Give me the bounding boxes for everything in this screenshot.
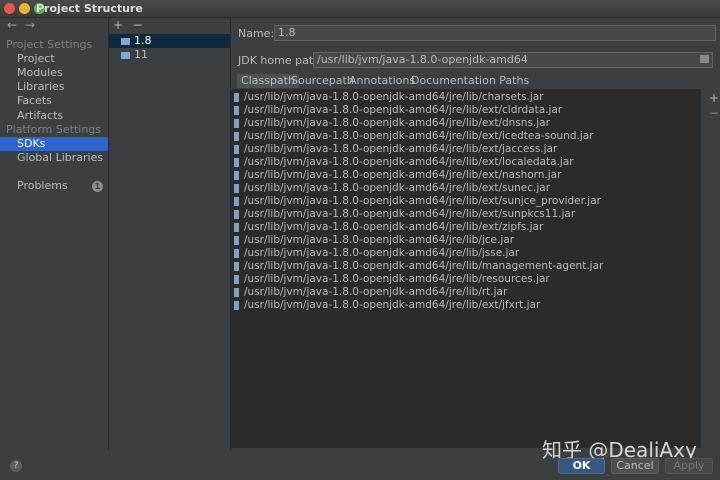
tab-annotations[interactable]: Annotations	[349, 74, 415, 88]
nav-arrows: ← →	[7, 18, 39, 32]
jar-icon	[234, 183, 239, 193]
classpath-entry: /usr/lib/jvm/java-1.8.0-openjdk-amd64/jr…	[244, 169, 562, 181]
remove-sdk-icon[interactable]: −	[133, 18, 143, 32]
jdk-home-path-value: /usr/lib/jvm/java-1.8.0-openjdk-amd64	[317, 53, 528, 66]
sidebar-item-artifacts[interactable]: Artifacts	[0, 109, 108, 123]
sdk-list-panel: + − 1.8 11	[109, 18, 230, 450]
classpath-entry: /usr/lib/jvm/java-1.8.0-openjdk-amd64/jr…	[244, 195, 601, 207]
jdk-home-path-field[interactable]: /usr/lib/jvm/java-1.8.0-openjdk-amd64	[313, 52, 713, 68]
list-item[interactable]: /usr/lib/jvm/java-1.8.0-openjdk-amd64/jr…	[232, 273, 550, 286]
sdk-item-label: 1.8	[134, 34, 152, 47]
window-minimize-button[interactable]	[19, 3, 30, 14]
sidebar-item-modules[interactable]: Modules	[0, 66, 108, 80]
help-icon[interactable]: ?	[10, 460, 22, 472]
sidebar-item-project[interactable]: Project	[0, 52, 108, 66]
folder-icon	[121, 51, 130, 59]
classpath-entry: /usr/lib/jvm/java-1.8.0-openjdk-amd64/jr…	[244, 104, 563, 116]
sidebar-item-global-libraries[interactable]: Global Libraries	[0, 151, 108, 165]
classpath-entry: /usr/lib/jvm/java-1.8.0-openjdk-amd64/jr…	[244, 208, 576, 220]
jar-icon	[234, 105, 239, 115]
jar-icon	[234, 235, 239, 245]
jdk-home-label: JDK home path:	[238, 54, 324, 67]
apply-button[interactable]: Apply	[665, 458, 713, 474]
remove-path-icon[interactable]: −	[709, 106, 719, 120]
settings-sidebar: ← → Project Settings Project Modules Lib…	[0, 18, 108, 450]
classpath-entry: /usr/lib/jvm/java-1.8.0-openjdk-amd64/jr…	[244, 130, 594, 142]
list-item[interactable]: /usr/lib/jvm/java-1.8.0-openjdk-amd64/jr…	[232, 247, 519, 260]
title-bar: Project Structure	[0, 0, 720, 18]
list-item[interactable]: /usr/lib/jvm/java-1.8.0-openjdk-amd64/jr…	[232, 130, 594, 143]
jar-icon	[234, 300, 239, 310]
ok-button[interactable]: OK	[558, 458, 605, 474]
jar-icon	[234, 222, 239, 232]
jar-icon	[234, 287, 239, 297]
sdk-name-field[interactable]: 1.8	[274, 25, 716, 41]
jar-icon	[234, 248, 239, 258]
list-item[interactable]: /usr/lib/jvm/java-1.8.0-openjdk-amd64/jr…	[232, 299, 540, 312]
list-item[interactable]: /usr/lib/jvm/java-1.8.0-openjdk-amd64/jr…	[232, 143, 557, 156]
jar-icon	[234, 196, 239, 206]
folder-icon	[121, 37, 130, 45]
sdk-item-label: 11	[134, 48, 148, 61]
list-item[interactable]: /usr/lib/jvm/java-1.8.0-openjdk-amd64/jr…	[232, 286, 507, 299]
window-title: Project Structure	[36, 2, 143, 15]
jar-icon	[234, 274, 239, 284]
list-item[interactable]: /usr/lib/jvm/java-1.8.0-openjdk-amd64/jr…	[232, 169, 561, 182]
list-item[interactable]: /usr/lib/jvm/java-1.8.0-openjdk-amd64/jr…	[232, 104, 562, 117]
sdk-toolbar: + −	[113, 18, 149, 32]
list-item[interactable]: /usr/lib/jvm/java-1.8.0-openjdk-amd64/jr…	[232, 182, 550, 195]
section-project-settings: Project Settings	[6, 38, 93, 51]
classpath-entry: /usr/lib/jvm/java-1.8.0-openjdk-amd64/jr…	[244, 156, 574, 168]
list-item[interactable]: /usr/lib/jvm/java-1.8.0-openjdk-amd64/jr…	[232, 91, 544, 104]
sidebar-item-facets[interactable]: Facets	[0, 94, 108, 108]
cancel-button[interactable]: Cancel	[611, 458, 659, 474]
list-item[interactable]: /usr/lib/jvm/java-1.8.0-openjdk-amd64/jr…	[232, 208, 575, 221]
classpath-entry: /usr/lib/jvm/java-1.8.0-openjdk-amd64/jr…	[244, 299, 541, 311]
classpath-entry: /usr/lib/jvm/java-1.8.0-openjdk-amd64/jr…	[244, 273, 550, 285]
browse-folder-icon[interactable]	[700, 55, 709, 63]
section-platform-settings: Platform Settings	[6, 123, 102, 136]
sidebar-item-libraries[interactable]: Libraries	[0, 80, 108, 94]
classpath-entry: /usr/lib/jvm/java-1.8.0-openjdk-amd64/jr…	[244, 247, 520, 259]
classpath-entry: /usr/lib/jvm/java-1.8.0-openjdk-amd64/jr…	[244, 117, 550, 129]
list-item[interactable]: /usr/lib/jvm/java-1.8.0-openjdk-amd64/jr…	[232, 221, 543, 234]
classpath-entry: /usr/lib/jvm/java-1.8.0-openjdk-amd64/jr…	[244, 182, 551, 194]
problems-count-badge: 1	[92, 181, 103, 192]
jar-icon	[234, 157, 239, 167]
list-item[interactable]: /usr/lib/jvm/java-1.8.0-openjdk-amd64/jr…	[232, 234, 514, 247]
jar-icon	[234, 131, 239, 141]
jar-icon	[234, 261, 239, 271]
tab-classpath[interactable]: Classpath	[237, 74, 299, 88]
list-item[interactable]: /usr/lib/jvm/java-1.8.0-openjdk-amd64/jr…	[232, 260, 603, 273]
jar-icon	[234, 144, 239, 154]
list-item[interactable]: /usr/lib/jvm/java-1.8.0-openjdk-amd64/jr…	[232, 156, 574, 169]
jar-icon	[234, 170, 239, 180]
sdk-item-11[interactable]: 11	[109, 48, 230, 62]
list-item[interactable]: /usr/lib/jvm/java-1.8.0-openjdk-amd64/jr…	[232, 117, 550, 130]
forward-arrow-icon[interactable]: →	[25, 18, 35, 32]
name-label: Name:	[238, 27, 275, 40]
tab-sourcepath[interactable]: Sourcepath	[291, 74, 354, 88]
classpath-entry: /usr/lib/jvm/java-1.8.0-openjdk-amd64/jr…	[244, 91, 544, 103]
jar-icon	[234, 92, 239, 102]
classpath-entry: /usr/lib/jvm/java-1.8.0-openjdk-amd64/jr…	[244, 143, 558, 155]
sidebar-item-sdks[interactable]: SDKs	[0, 137, 108, 151]
list-item[interactable]: /usr/lib/jvm/java-1.8.0-openjdk-amd64/jr…	[232, 195, 601, 208]
classpath-entry: /usr/lib/jvm/java-1.8.0-openjdk-amd64/jr…	[244, 234, 515, 246]
sdk-details-panel: Name: 1.8 JDK home path: /usr/lib/jvm/ja…	[231, 18, 720, 450]
classpath-entry: /usr/lib/jvm/java-1.8.0-openjdk-amd64/jr…	[244, 260, 604, 272]
classpath-entry: /usr/lib/jvm/java-1.8.0-openjdk-amd64/jr…	[244, 221, 544, 233]
jar-icon	[234, 118, 239, 128]
tab-documentation-paths[interactable]: Documentation Paths	[411, 74, 529, 88]
sdk-item-1-8[interactable]: 1.8	[109, 34, 230, 48]
add-path-icon[interactable]: +	[709, 91, 719, 105]
back-arrow-icon[interactable]: ←	[7, 18, 17, 32]
add-sdk-icon[interactable]: +	[113, 18, 123, 32]
jar-icon	[234, 209, 239, 219]
window-close-button[interactable]	[4, 3, 15, 14]
classpath-list: /usr/lib/jvm/java-1.8.0-openjdk-amd64/jr…	[231, 89, 701, 448]
classpath-entry: /usr/lib/jvm/java-1.8.0-openjdk-amd64/jr…	[244, 286, 508, 298]
